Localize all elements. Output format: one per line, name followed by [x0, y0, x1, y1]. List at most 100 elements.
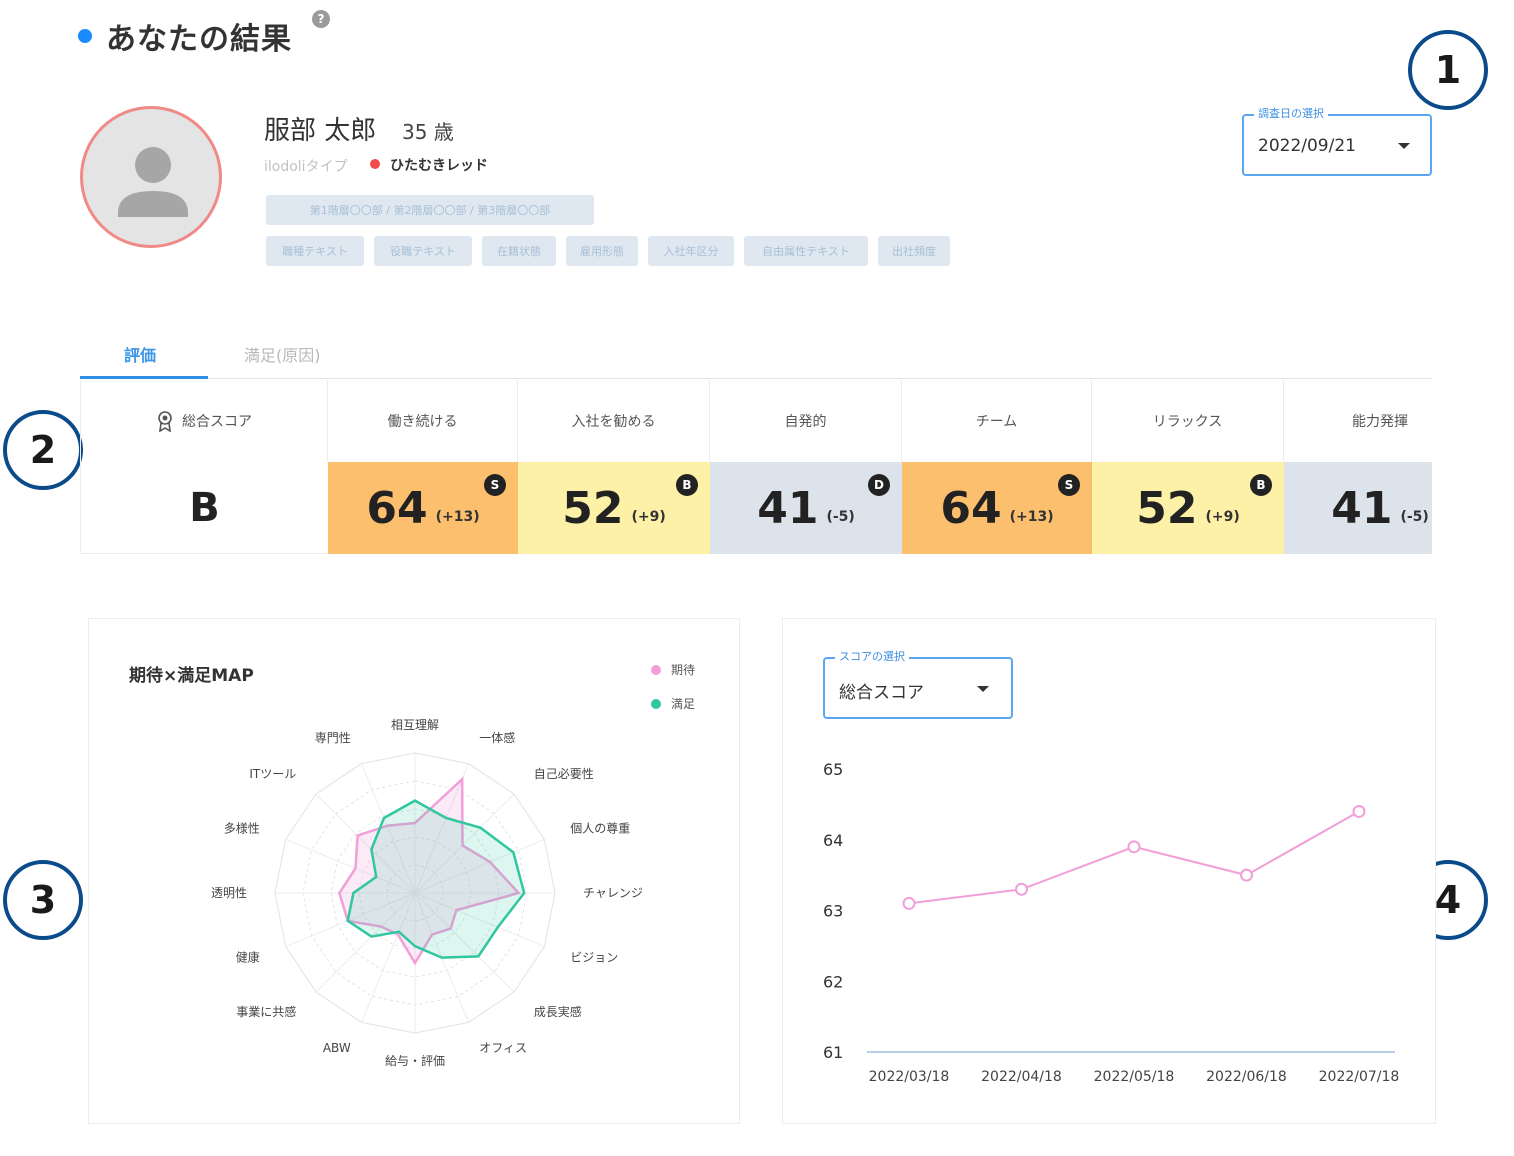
- radar-axis-label: 給与・評価: [385, 1053, 445, 1068]
- tab-active-indicator: [80, 376, 208, 379]
- radar-axis-label: 健康: [236, 949, 260, 964]
- score-diff: (+9): [631, 509, 666, 525]
- score-column-keep-working: 働き続ける 64 (+13) S: [328, 380, 518, 554]
- radar-axis-label: ABW: [323, 1041, 351, 1055]
- y-tick-label: 61: [823, 1043, 843, 1062]
- tag-employment-type: 雇用形態: [566, 236, 638, 266]
- score-header: 入社を勧める: [518, 380, 710, 462]
- total-score-header: 総合スコア: [81, 380, 328, 462]
- award-icon: [158, 411, 172, 432]
- score-grade-badge: S: [484, 474, 506, 496]
- tab-satisfaction[interactable]: 満足(原因): [244, 342, 321, 366]
- survey-date-value: 2022/09/21: [1258, 136, 1356, 156]
- score-header: リラックス: [1092, 380, 1284, 462]
- score-diff: (+13): [435, 509, 480, 525]
- total-score-grade: B: [189, 485, 220, 531]
- callout-2: 2: [3, 410, 83, 490]
- line-point[interactable]: [1352, 804, 1366, 818]
- score-value: 41: [1331, 482, 1393, 534]
- tab-evaluation[interactable]: 評価: [124, 342, 156, 366]
- score-header: 能力発揮: [1352, 414, 1408, 430]
- title-bullet: [78, 29, 92, 43]
- score-diff: (+13): [1009, 509, 1054, 525]
- score-column-proactive: 自発的 41 (-5) D: [710, 380, 902, 554]
- line-series: [908, 810, 1360, 905]
- chevron-down-icon: [1398, 143, 1410, 149]
- score-grade-badge: B: [676, 474, 698, 496]
- tab-divider: [80, 378, 1432, 379]
- score-value: 52: [1136, 482, 1198, 534]
- page-title: あなたの結果: [78, 14, 292, 58]
- radar-axis-label: ビジョン: [570, 950, 618, 964]
- total-score-cell: B: [81, 462, 328, 554]
- score-value: 52: [562, 482, 624, 534]
- type-value: ひたむきレッド: [390, 158, 488, 174]
- score-header: 働き続ける: [328, 380, 518, 462]
- tag-attendance: 出社頻度: [878, 236, 950, 266]
- line-point[interactable]: [1240, 868, 1253, 882]
- score-diff: (-5): [1400, 509, 1429, 525]
- score-value: 64: [366, 482, 428, 534]
- score-diff: (-5): [826, 509, 855, 525]
- radar-axis-label: 専門性: [315, 731, 351, 745]
- y-tick-label: 62: [823, 972, 843, 991]
- score-header: 自発的: [710, 380, 902, 462]
- user-name: 服部 太郎: [264, 116, 377, 146]
- callout-3: 3: [3, 860, 83, 940]
- line-card: スコアの選択 総合スコア 65 64 63 62 61 2022/03/18 2022/04…: [782, 618, 1436, 1124]
- radar-axis-label: チャレンジ: [583, 886, 643, 900]
- line-point[interactable]: [1127, 840, 1141, 854]
- radar-axis-label: 自己必要性: [534, 767, 594, 781]
- radar-card: 期待×満足MAP 期待 満足 相互理解 一体感 自己必要性 個人の尊重 チャレンジ ビジョ…: [88, 618, 740, 1124]
- score-value: 64: [940, 482, 1002, 534]
- user-age: 35 歳: [402, 120, 454, 144]
- radar-axis-label: 事業に共感: [236, 1004, 296, 1019]
- score-column-team: チーム 64 (+13) S: [902, 380, 1092, 554]
- type-label: ilodoliタイプ: [264, 159, 348, 175]
- score-grade-badge: D: [868, 474, 890, 496]
- x-tick-label: 2022/05/18: [1094, 1069, 1175, 1085]
- radar-axis-label: ITツール: [249, 767, 296, 781]
- x-tick-label: 2022/07/18: [1319, 1069, 1400, 1085]
- radar-axis-label: 個人の尊重: [570, 821, 630, 836]
- survey-date-select[interactable]: 調査日の選択 2022/09/21: [1242, 107, 1432, 176]
- tag-employment-status: 在籍状態: [482, 236, 556, 266]
- score-table: 総合スコア B 働き続ける 64 (+13) S 入社を勧める 52 (+9) …: [80, 380, 1432, 554]
- tag-custom-attribute: 自由属性テキスト: [744, 236, 868, 266]
- survey-date-legend: 調査日の選択: [1254, 107, 1328, 121]
- score-grade-badge: B: [1250, 474, 1272, 496]
- radar-axis-label: 相互理解: [391, 718, 439, 732]
- department-path-tag: 第1階層〇〇部 / 第2階層〇〇部 / 第3階層〇〇部: [266, 195, 594, 225]
- x-tick-label: 2022/03/18: [869, 1069, 950, 1085]
- line-point[interactable]: [1015, 882, 1028, 896]
- x-tick-label: 2022/06/18: [1206, 1069, 1287, 1085]
- radar-axis-label: 透明性: [211, 886, 247, 900]
- type-color-dot: [370, 159, 380, 169]
- total-score-label: 総合スコア: [182, 414, 252, 430]
- radar-series-satisfaction: [346, 799, 526, 959]
- score-column-recommend: 入社を勧める 52 (+9) B: [518, 380, 710, 554]
- page-title-text: あなたの結果: [106, 22, 292, 57]
- radar-chart: 相互理解一体感自己必要性個人の尊重チャレンジビジョン成長実感オフィス給与・評価 A…: [211, 718, 643, 1068]
- x-tick-label: 2022/04/18: [981, 1069, 1062, 1085]
- tag-position: 役職テキスト: [374, 236, 472, 266]
- y-tick-label: 64: [823, 831, 843, 850]
- score-header: チーム: [902, 380, 1092, 462]
- tag-job-type: 職種テキスト: [266, 236, 364, 266]
- question-circle-icon[interactable]: ?: [312, 10, 330, 28]
- score-value: 41: [757, 482, 819, 534]
- avatar: [80, 106, 222, 248]
- tag-join-year: 入社年区分: [648, 236, 734, 266]
- radar-axis-label: 成長実感: [534, 1004, 582, 1019]
- radar-axis-label: 一体感: [479, 730, 515, 745]
- total-score-column: 総合スコア B: [80, 380, 328, 554]
- score-cell: 41 (-5): [1284, 462, 1432, 554]
- radar-axis-label: 多様性: [224, 822, 260, 836]
- y-tick-label: 65: [823, 760, 843, 779]
- callout-1: 1: [1408, 30, 1488, 110]
- radar-axis-label: オフィス: [479, 1041, 527, 1055]
- line-chart: 65 64 63 62 61 2022/03/18 2022/04/18 2022/05/18…: [823, 760, 1400, 1085]
- score-diff: (+9): [1205, 509, 1240, 525]
- line-point[interactable]: [902, 896, 916, 910]
- score-column-ability: 能力発揮 41 (-5): [1284, 380, 1432, 554]
